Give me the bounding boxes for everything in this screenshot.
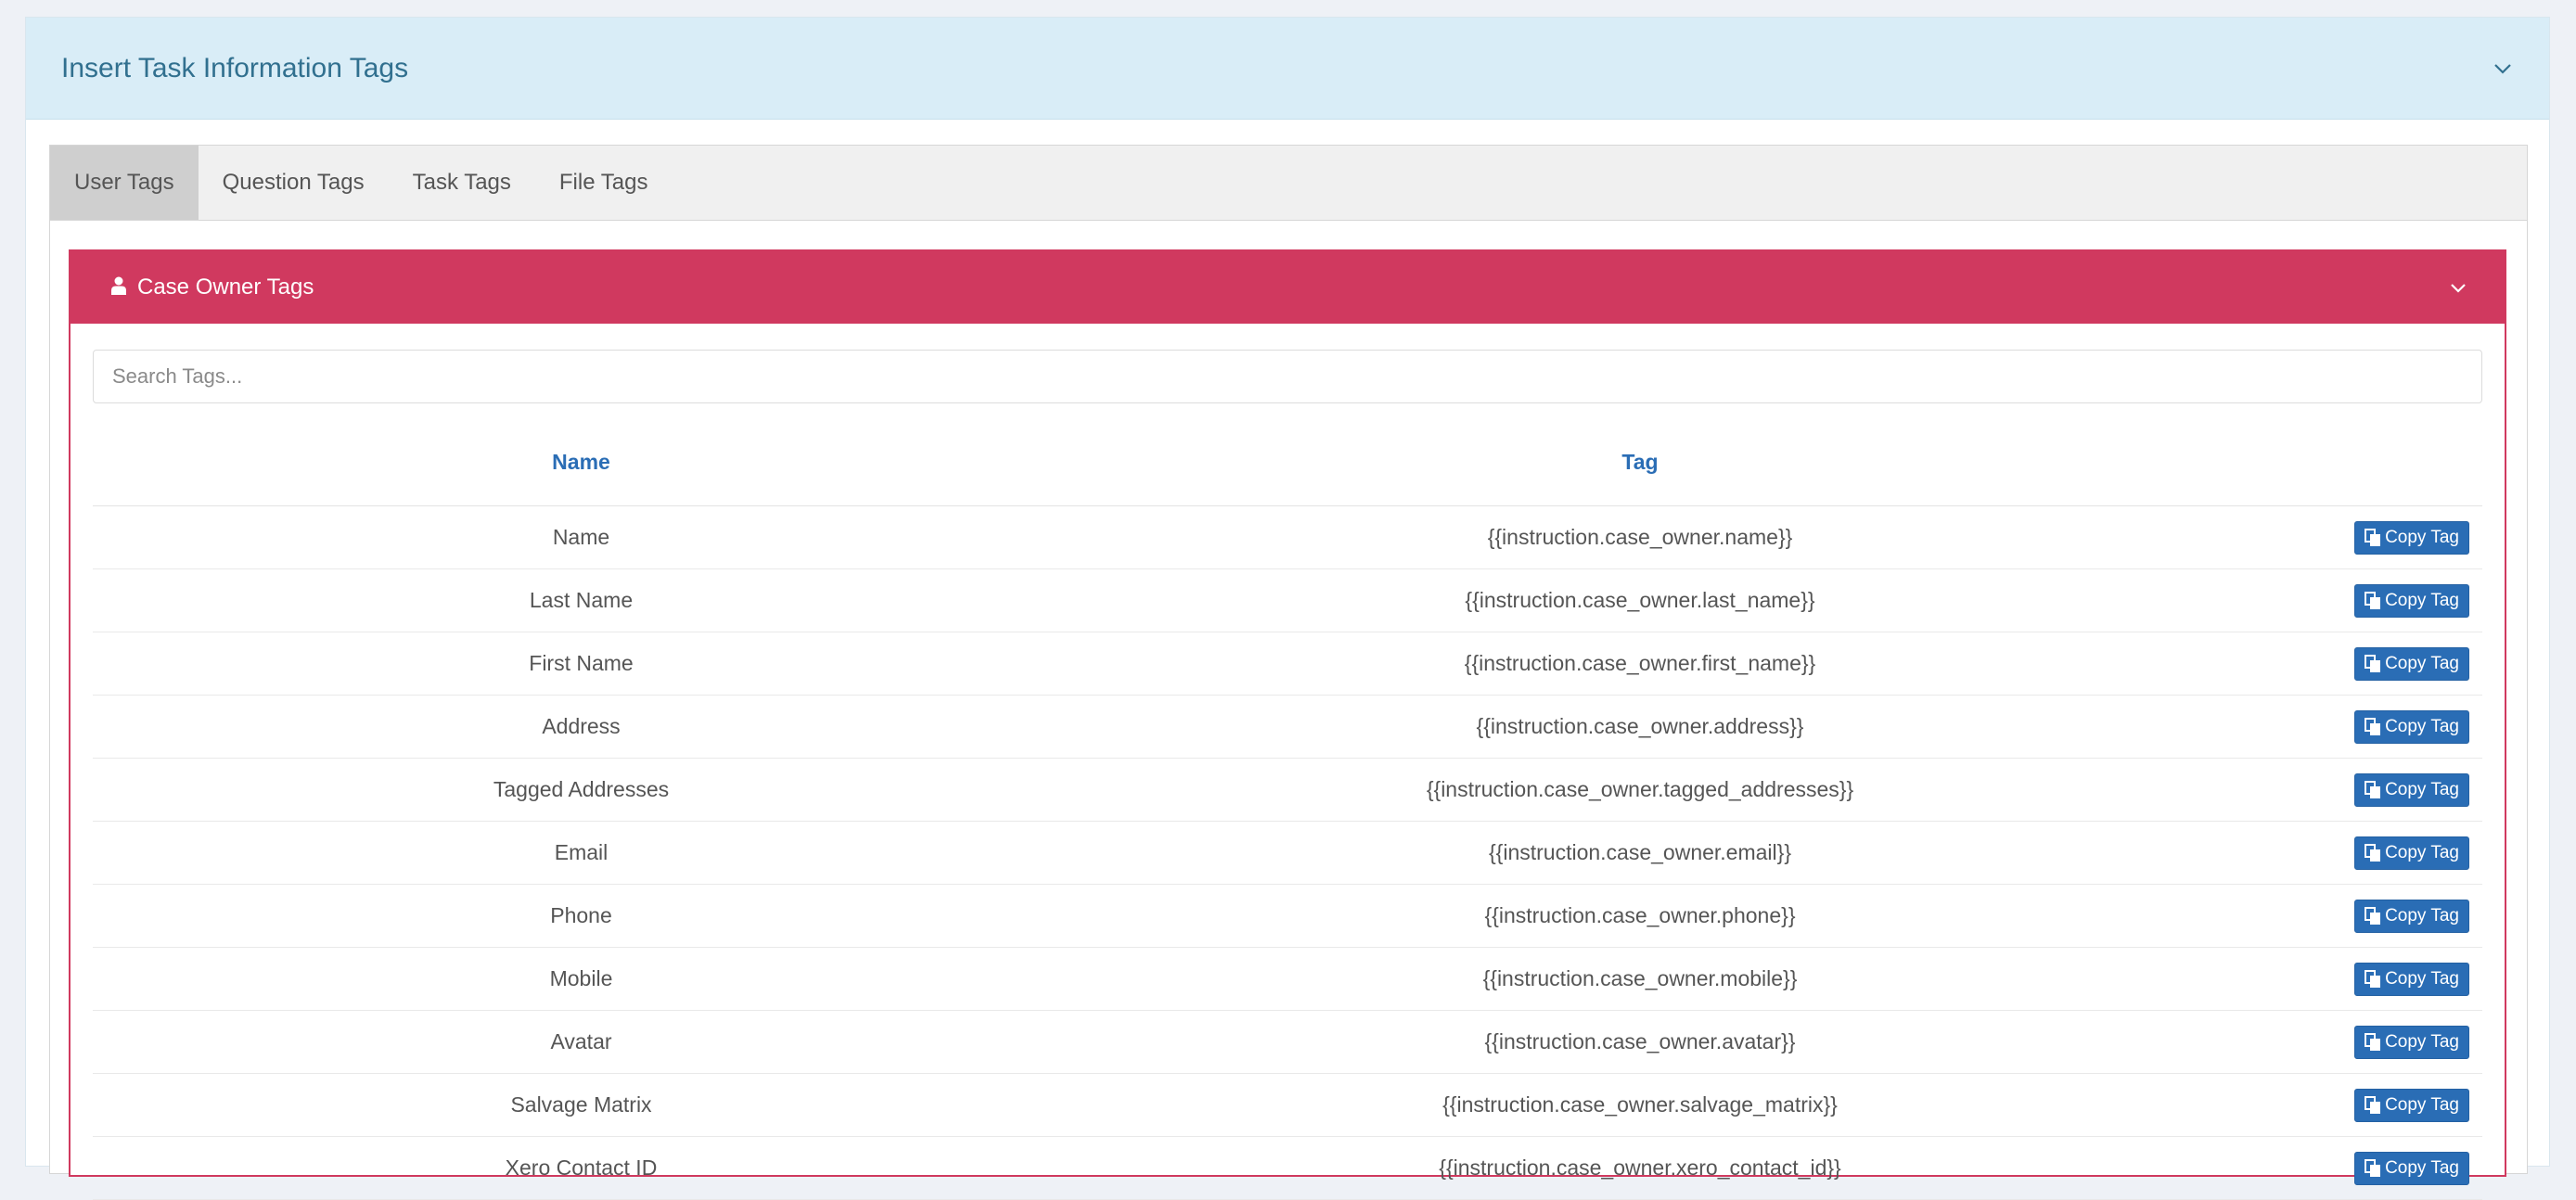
table-row: Xero Contact ID {{instruction.case_owner.… bbox=[93, 1136, 2482, 1200]
tag-name: Mobile bbox=[93, 947, 1070, 1011]
copy-icon bbox=[2365, 843, 2381, 862]
copy-tag-button[interactable]: Copy Tag bbox=[2354, 899, 2469, 933]
copy-tag-button[interactable]: Copy Tag bbox=[2354, 836, 2469, 870]
tag-name: First Name bbox=[93, 632, 1070, 696]
tag-name: Email bbox=[93, 821, 1070, 885]
tab-user-tags[interactable]: User Tags bbox=[50, 146, 199, 220]
table-row: Email {{instruction.case_owner.email}} Cop… bbox=[93, 821, 2482, 885]
case-owner-tags-title: Case Owner Tags bbox=[137, 274, 314, 300]
tag-value: {{instruction.case_owner.salvage_matrix}… bbox=[1070, 1073, 2211, 1137]
tab-task-tags[interactable]: Task Tags bbox=[389, 146, 535, 220]
tag-action-cell: Copy Tag bbox=[2211, 947, 2482, 1011]
copy-icon bbox=[2365, 906, 2381, 926]
tag-name: Tagged Addresses bbox=[93, 758, 1070, 822]
tab-file-tags[interactable]: File Tags bbox=[535, 146, 673, 220]
column-header-tag[interactable]: Tag bbox=[1070, 418, 2211, 506]
tag-value: {{instruction.case_owner.xero_contact_id… bbox=[1070, 1136, 2211, 1200]
tag-name: Address bbox=[93, 695, 1070, 759]
tab-question-tags[interactable]: Question Tags bbox=[199, 146, 389, 220]
chevron-down-icon[interactable] bbox=[2492, 57, 2514, 80]
tag-value: {{instruction.case_owner.name}} bbox=[1070, 505, 2211, 569]
insert-tags-panel-header[interactable]: Insert Task Information Tags bbox=[26, 18, 2549, 120]
user-icon bbox=[111, 276, 126, 300]
insert-tags-panel: Insert Task Information Tags User Tags Q… bbox=[25, 17, 2550, 1200]
copy-tag-label: Copy Tag bbox=[2385, 1157, 2459, 1178]
tag-value: {{instruction.case_owner.mobile}} bbox=[1070, 947, 2211, 1011]
tag-name: Xero Contact ID bbox=[93, 1136, 1070, 1200]
tab-bar: User Tags Question Tags Task Tags File T… bbox=[50, 146, 2527, 221]
copy-tag-button[interactable]: Copy Tag bbox=[2354, 772, 2469, 807]
table-header-row: Name Tag bbox=[93, 418, 2482, 506]
copy-icon bbox=[2365, 654, 2381, 673]
copy-icon bbox=[2365, 1095, 2381, 1115]
search-tags-input[interactable] bbox=[93, 350, 2482, 403]
copy-tag-label: Copy Tag bbox=[2385, 968, 2459, 989]
copy-icon bbox=[2365, 1158, 2381, 1178]
copy-tag-label: Copy Tag bbox=[2385, 1094, 2459, 1115]
copy-icon bbox=[2365, 780, 2381, 799]
tag-name: Name bbox=[93, 505, 1070, 569]
copy-tag-label: Copy Tag bbox=[2385, 716, 2459, 736]
table-row: Name {{instruction.case_owner.name}} Copy … bbox=[93, 505, 2482, 569]
copy-tag-button[interactable]: Copy Tag bbox=[2354, 1151, 2469, 1185]
tag-action-cell: Copy Tag bbox=[2211, 884, 2482, 948]
copy-tag-button[interactable]: Copy Tag bbox=[2354, 520, 2469, 555]
copy-tag-button[interactable]: Copy Tag bbox=[2354, 1088, 2469, 1122]
tag-value: {{instruction.case_owner.last_name}} bbox=[1070, 568, 2211, 632]
column-header-name[interactable]: Name bbox=[93, 418, 1070, 506]
tag-name: Last Name bbox=[93, 568, 1070, 632]
tag-value: {{instruction.case_owner.email}} bbox=[1070, 821, 2211, 885]
tag-value: {{instruction.case_owner.phone}} bbox=[1070, 884, 2211, 948]
tag-value: {{instruction.case_owner.first_name}} bbox=[1070, 632, 2211, 696]
case-owner-tags-title-wrap: Case Owner Tags bbox=[111, 274, 314, 300]
tag-action-cell: Copy Tag bbox=[2211, 695, 2482, 759]
tag-tabs: User Tags Question Tags Task Tags File T… bbox=[49, 145, 2528, 1200]
table-row: Last Name {{instruction.case_owner.last_n… bbox=[93, 568, 2482, 632]
insert-tags-panel-title: Insert Task Information Tags bbox=[61, 52, 409, 83]
copy-tag-button[interactable]: Copy Tag bbox=[2354, 709, 2469, 744]
copy-tag-label: Copy Tag bbox=[2385, 1031, 2459, 1052]
tags-table: Name Tag Name {{instruction.case_owner.na… bbox=[93, 418, 2482, 1200]
table-row: Mobile {{instruction.case_owner.mobile}} C… bbox=[93, 947, 2482, 1011]
copy-icon bbox=[2365, 969, 2381, 989]
table-row: First Name {{instruction.case_owner.first… bbox=[93, 632, 2482, 696]
table-row: Address {{instruction.case_owner.address}… bbox=[93, 695, 2482, 759]
tag-action-cell: Copy Tag bbox=[2211, 568, 2482, 632]
copy-tag-label: Copy Tag bbox=[2385, 527, 2459, 547]
copy-tag-label: Copy Tag bbox=[2385, 842, 2459, 862]
tag-action-cell: Copy Tag bbox=[2211, 821, 2482, 885]
chevron-down-icon[interactable] bbox=[2447, 276, 2469, 299]
tag-name: Salvage Matrix bbox=[93, 1073, 1070, 1137]
case-owner-tags-header[interactable]: Case Owner Tags bbox=[70, 251, 2505, 324]
tag-action-cell: Copy Tag bbox=[2211, 1073, 2482, 1137]
tag-name: Phone bbox=[93, 884, 1070, 948]
copy-tag-label: Copy Tag bbox=[2385, 905, 2459, 926]
copy-tag-button[interactable]: Copy Tag bbox=[2354, 962, 2469, 996]
tag-action-cell: Copy Tag bbox=[2211, 758, 2482, 822]
copy-tag-label: Copy Tag bbox=[2385, 779, 2459, 799]
copy-tag-button[interactable]: Copy Tag bbox=[2354, 1025, 2469, 1059]
copy-tag-button[interactable]: Copy Tag bbox=[2354, 646, 2469, 681]
copy-tag-label: Copy Tag bbox=[2385, 590, 2459, 610]
table-row: Phone {{instruction.case_owner.phone}} Cop… bbox=[93, 884, 2482, 948]
tag-name: Avatar bbox=[93, 1010, 1070, 1074]
copy-icon bbox=[2365, 591, 2381, 610]
copy-tag-button[interactable]: Copy Tag bbox=[2354, 583, 2469, 618]
copy-icon bbox=[2365, 717, 2381, 736]
column-header-action bbox=[2211, 418, 2482, 506]
table-row: Tagged Addresses {{instruction.case_owner… bbox=[93, 758, 2482, 822]
tag-action-cell: Copy Tag bbox=[2211, 1136, 2482, 1200]
tag-action-cell: Copy Tag bbox=[2211, 1010, 2482, 1074]
tag-action-cell: Copy Tag bbox=[2211, 505, 2482, 569]
case-owner-tags-panel: Case Owner Tags Name Tag bbox=[69, 249, 2506, 1200]
tag-action-cell: Copy Tag bbox=[2211, 632, 2482, 696]
copy-tag-label: Copy Tag bbox=[2385, 653, 2459, 673]
table-row: Salvage Matrix {{instruction.case_owner.s… bbox=[93, 1073, 2482, 1137]
table-row: Avatar {{instruction.case_owner.avatar}} C… bbox=[93, 1010, 2482, 1074]
tag-value: {{instruction.case_owner.tagged_addresse… bbox=[1070, 758, 2211, 822]
tag-value: {{instruction.case_owner.address}} bbox=[1070, 695, 2211, 759]
tag-value: {{instruction.case_owner.avatar}} bbox=[1070, 1010, 2211, 1074]
copy-icon bbox=[2365, 528, 2381, 547]
copy-icon bbox=[2365, 1032, 2381, 1052]
